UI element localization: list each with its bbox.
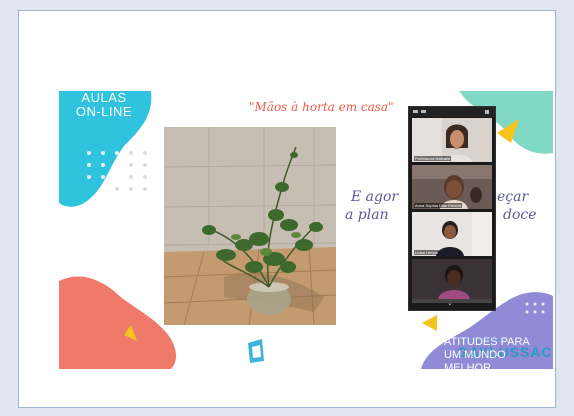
caption-line-1a: E agor	[351, 189, 399, 205]
participant-tile[interactable]: Luísa Lemos	[412, 212, 492, 256]
presentation-slide: AULAS ON-LINE "Mãos à horta em casa" E a…	[59, 91, 553, 369]
aulas-line-1: AULAS	[81, 91, 127, 105]
aulas-line-2: ON-LINE	[75, 104, 133, 119]
plant-photo	[164, 127, 336, 325]
caption-line-1b: eçar	[497, 189, 529, 205]
participant-tile[interactable]: Anna Sophia Dias Pereira	[412, 165, 492, 209]
view-toggle-icon[interactable]	[421, 110, 426, 113]
caption-line-2a: a plan	[345, 207, 389, 223]
plant-image	[164, 127, 336, 325]
participant-video	[412, 259, 492, 299]
screenshot-frame: AULAS ON-LINE "Mãos à horta em casa" E a…	[18, 10, 556, 408]
aulas-online-label: AULAS ON-LINE	[59, 91, 149, 119]
close-icon[interactable]	[485, 110, 489, 114]
atitudes-line-2: UM MUNDO MELHOR	[444, 349, 506, 369]
chevron-down-icon[interactable]: ⌄	[447, 299, 453, 307]
participant-tile[interactable]	[412, 259, 492, 303]
atitudes-line-1: ATITUDES PARA	[444, 336, 530, 348]
atitudes-label: ATITUDES PARA UM MUNDO MELHOR	[444, 336, 553, 369]
participant-name: Anna Sophia Dias Pereira	[414, 203, 463, 208]
participant-tile[interactable]: Professora Nathalie	[412, 118, 492, 162]
participant-name: Professora Nathalie	[414, 156, 452, 161]
participant-name: Luísa Lemos	[414, 250, 439, 255]
video-call-toolbar[interactable]	[409, 107, 495, 117]
caption-line-2b: doce	[503, 207, 537, 223]
slide-title: "Mãos à horta em casa"	[249, 100, 394, 114]
minimize-icon[interactable]	[413, 110, 418, 113]
video-call-panel[interactable]: Professora Nathalie Anna Sophia Dias Per…	[408, 106, 496, 311]
